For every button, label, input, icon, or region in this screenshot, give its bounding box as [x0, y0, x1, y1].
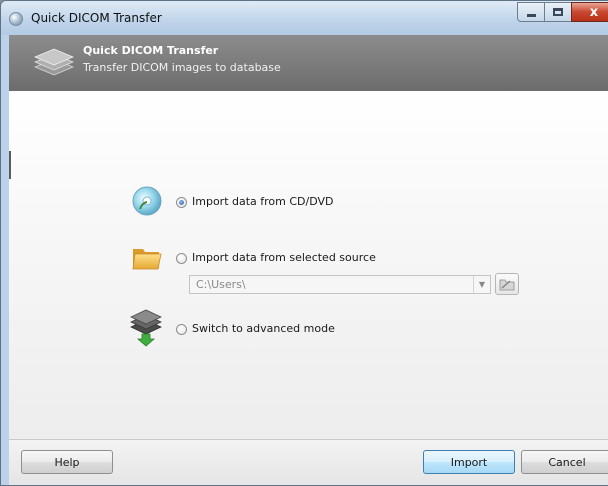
edge-marker [9, 151, 11, 179]
close-icon: x [589, 4, 599, 20]
close-button[interactable]: x [571, 2, 608, 22]
banner-title: Quick DICOM Transfer [83, 44, 219, 57]
app-icon [9, 12, 23, 26]
option-cd-dvd-radio[interactable] [176, 197, 187, 208]
source-path-value: C:\Users\ [196, 278, 246, 291]
maximize-icon [553, 8, 563, 16]
option-advanced-mode-radio[interactable] [176, 324, 187, 335]
maximize-button[interactable] [544, 2, 571, 22]
dialog-window: Quick DICOM Transfer x Quick DICOM Trans… [0, 0, 608, 486]
option-advanced-mode-label[interactable]: Switch to advanced mode [192, 322, 335, 335]
stack-icon [33, 48, 75, 76]
import-button[interactable]: Import [423, 450, 515, 474]
options-panel [9, 91, 608, 439]
option-selected-source-radio[interactable] [176, 253, 187, 264]
window-title: Quick DICOM Transfer [31, 11, 162, 25]
option-selected-source-label[interactable]: Import data from selected source [192, 251, 376, 264]
folder-icon [132, 249, 162, 270]
cd-dvd-icon [132, 186, 162, 216]
chevron-down-icon[interactable]: ▼ [473, 276, 490, 293]
minimize-button[interactable] [517, 2, 544, 22]
option-cd-dvd-label[interactable]: Import data from CD/DVD [192, 195, 334, 208]
header-banner: Quick DICOM Transfer Transfer DICOM imag… [9, 35, 608, 92]
cancel-button[interactable]: Cancel [521, 450, 608, 474]
browse-folder-icon [499, 279, 515, 291]
banner-subtitle: Transfer DICOM images to database [83, 61, 281, 74]
browse-button[interactable] [495, 273, 519, 295]
minimize-icon [526, 14, 536, 17]
source-path-combobox[interactable]: C:\Users\ ▼ [189, 275, 491, 294]
button-bar: Help Import Cancel [9, 439, 608, 485]
help-button[interactable]: Help [21, 450, 113, 474]
advanced-mode-icon [130, 309, 162, 347]
title-bar[interactable]: Quick DICOM Transfer x [1, 1, 608, 35]
